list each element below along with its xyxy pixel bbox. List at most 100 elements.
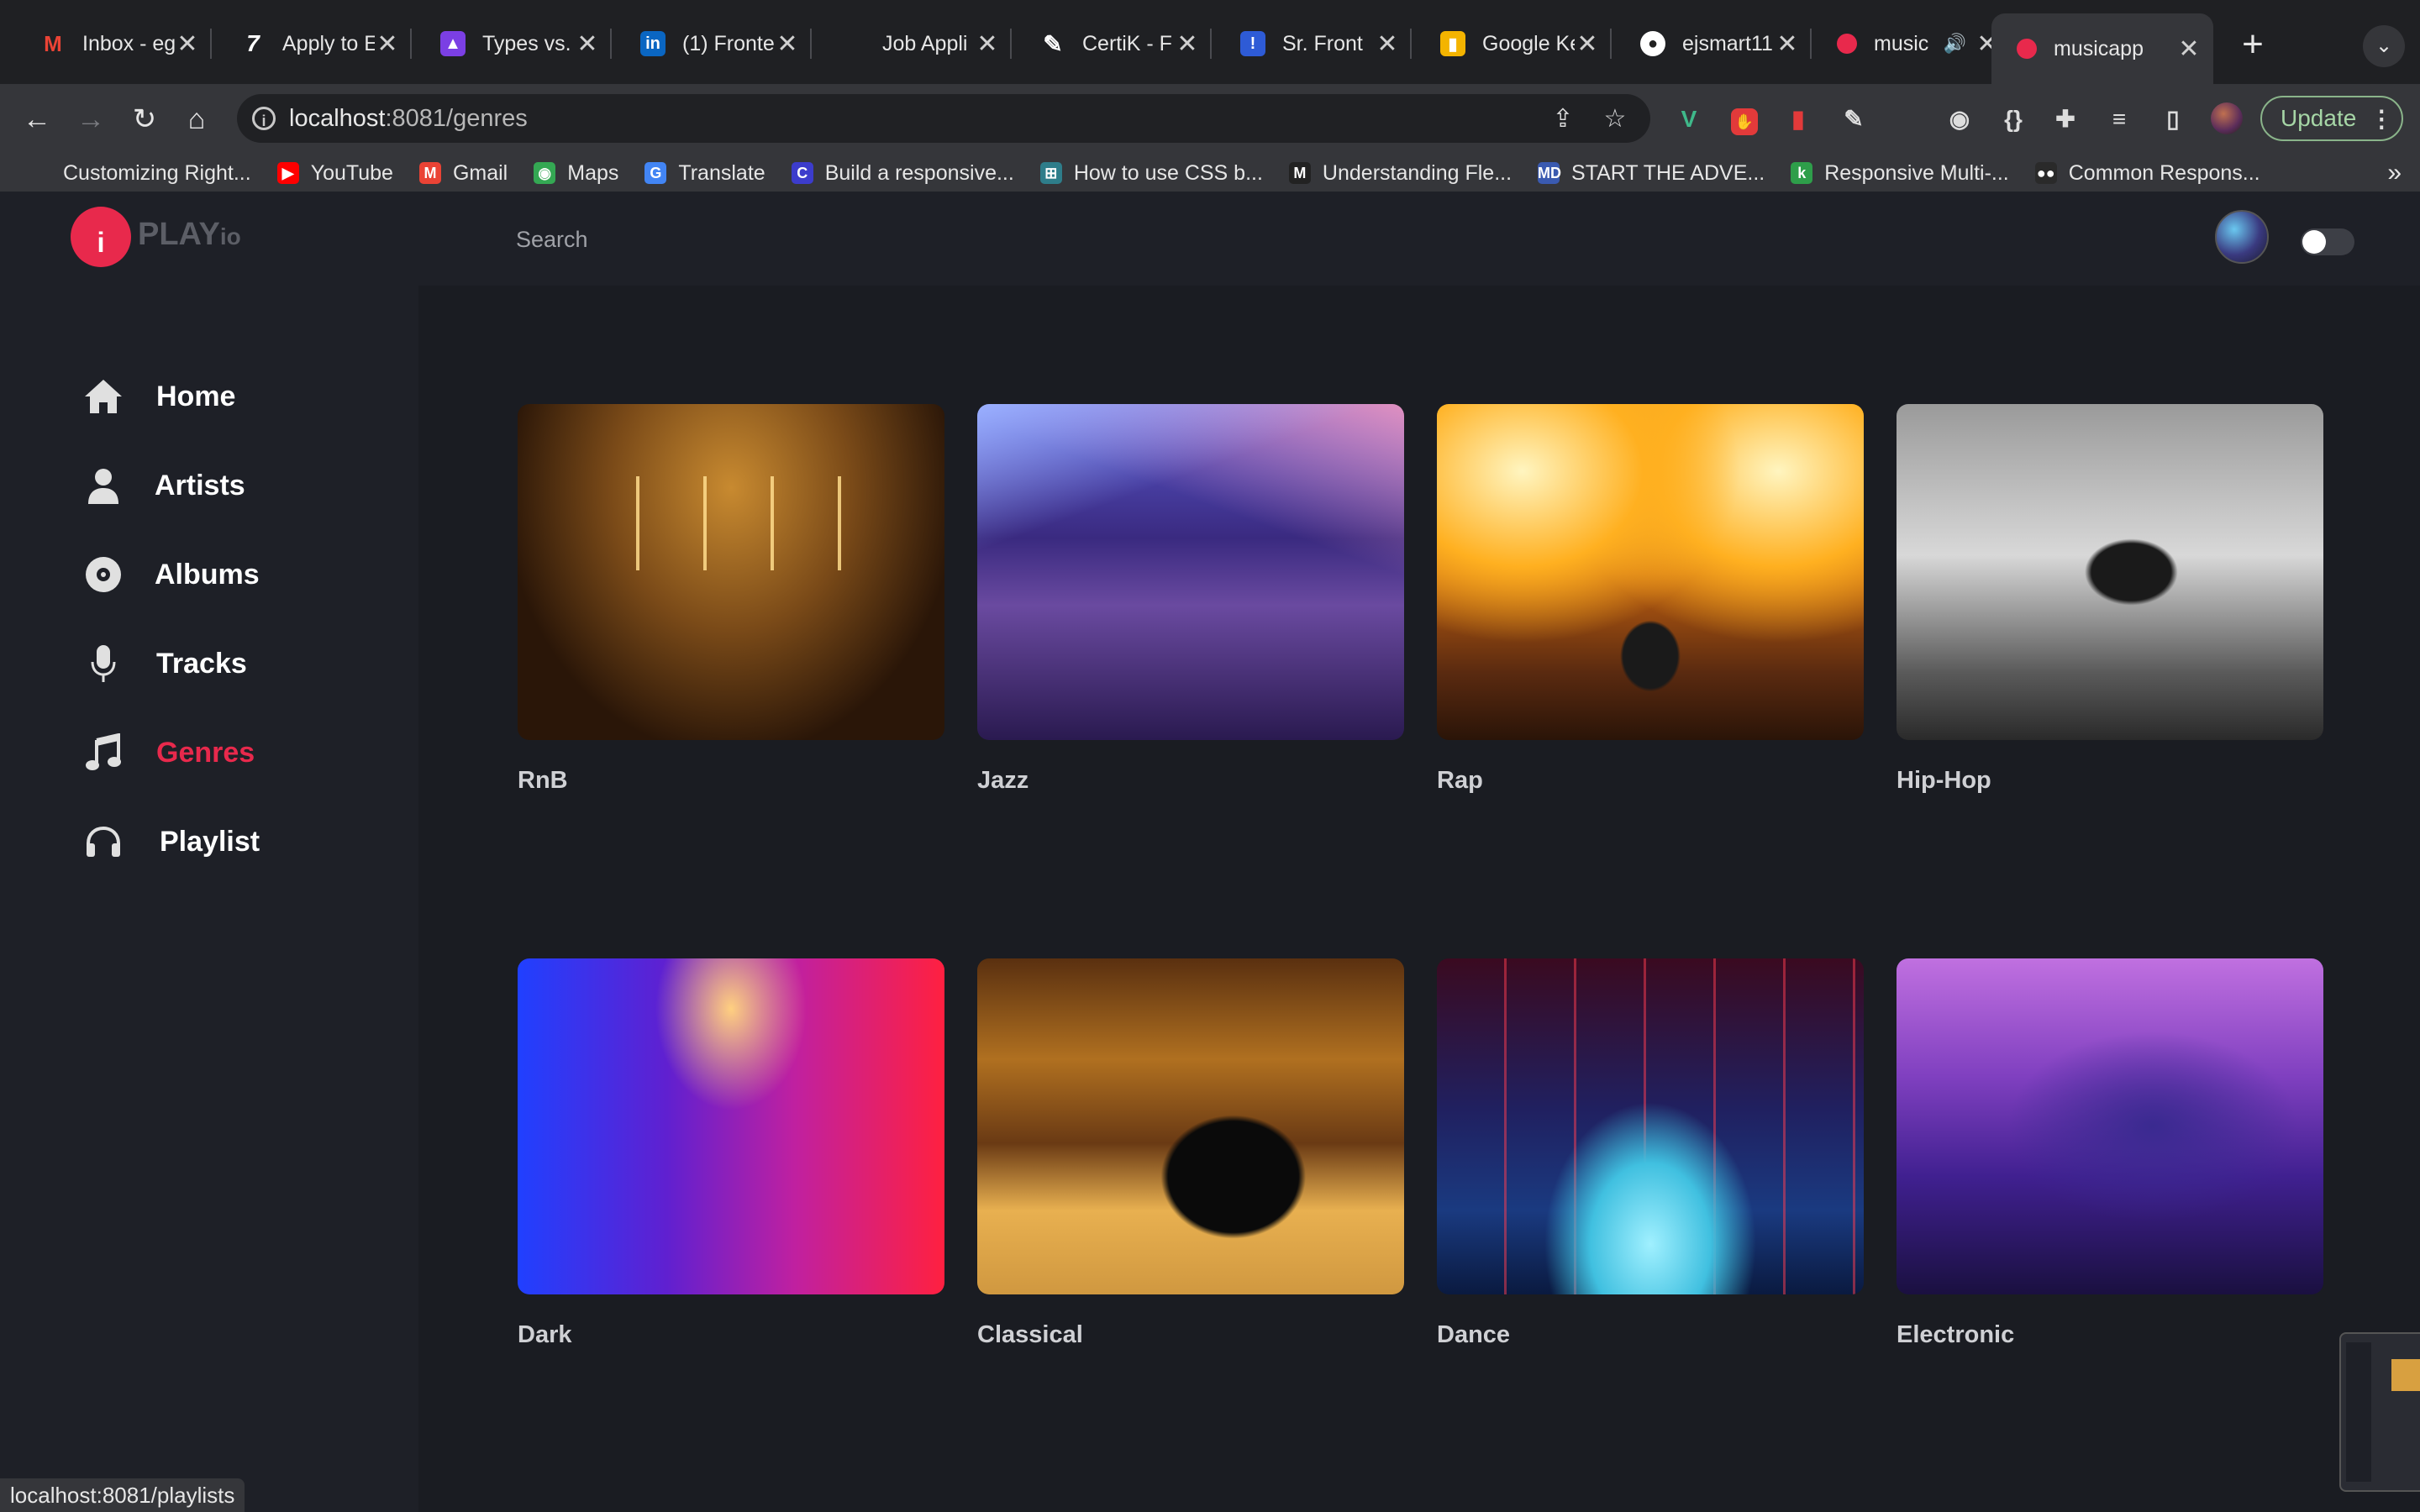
bookmark-item[interactable]: k Responsive Multi-... (1791, 161, 2009, 186)
reload-icon[interactable]: ↻ (126, 101, 163, 138)
genre-card-jazz[interactable]: Jazz (977, 404, 1404, 795)
speaker-icon[interactable]: 🔊 (1944, 33, 1966, 55)
bookmark-favicon-icon: ●● (2034, 162, 2057, 184)
sidebar-item-genres[interactable]: Genres (82, 727, 255, 778)
more-bookmarks-icon[interactable]: » (2387, 155, 2402, 192)
playio-logo-icon[interactable]: ᵢ (71, 207, 131, 267)
genre-card-rap[interactable]: Rap (1437, 404, 1864, 795)
browser-tab[interactable]: music 🔊 ✕ (1812, 15, 2012, 72)
dance-club-image[interactable] (1437, 958, 1864, 1294)
tunnel-bar-image[interactable] (1897, 958, 2323, 1294)
close-tab-icon[interactable]: ✕ (1775, 29, 1800, 59)
sidebar-item-playlist[interactable]: Playlist (82, 816, 260, 867)
adblock-icon[interactable]: ✋ (1728, 102, 1761, 136)
sidebar-item-home[interactable]: Home (82, 371, 235, 422)
bookmark-item[interactable]: C Build a responsive... (791, 160, 1014, 186)
genres-grid: RnB Jazz Rap Hip-Hop Dark Classical Danc… (418, 286, 2420, 1512)
bookmark-item[interactable]: MD START THE ADVE... (1538, 161, 1765, 186)
close-tab-icon[interactable]: ✕ (975, 29, 1000, 59)
tab-search-button[interactable]: ⌄ (2363, 25, 2405, 67)
genre-card-dance[interactable]: Dance (1437, 958, 1864, 1349)
browser-tab[interactable]: 7 Apply to E ✕ (212, 15, 412, 72)
search-input[interactable] (514, 220, 1022, 259)
neon-club-image[interactable] (518, 958, 944, 1294)
genre-card-electronic[interactable]: Electronic (1897, 958, 2323, 1349)
disc-icon (82, 554, 124, 596)
sidebar-item-tracks[interactable]: Tracks (82, 638, 247, 689)
bookmark-item[interactable]: ▶ YouTube (276, 161, 393, 186)
address-bar[interactable]: i localhost:8081/genres ⇪ ☆ (237, 94, 1650, 143)
browser-tab[interactable]: ✎ CertiK - F ✕ (1012, 15, 1212, 72)
genre-card-rnb[interactable]: RnB (518, 404, 944, 795)
bookmark-item[interactable]: ●● Common Respons... (2034, 161, 2260, 186)
bookmark-favicon-icon: k (1791, 162, 1813, 184)
browser-tab[interactable]: Job Appli ✕ (812, 15, 1012, 72)
site-info-icon[interactable]: i (252, 107, 276, 130)
music-note-icon (82, 732, 124, 774)
browser-tab[interactable]: ● ejsmart11 ✕ (1612, 15, 1812, 72)
link-status-bar: localhost:8081/playlists (0, 1478, 245, 1512)
bookmark-item[interactable]: ⊞ How to use CSS b... (1039, 161, 1263, 186)
share-icon[interactable]: ⇪ (1546, 104, 1580, 134)
browser-tab[interactable]: ! Sr. Front ✕ (1212, 15, 1412, 72)
close-tab-icon[interactable]: ✕ (175, 29, 200, 59)
sidebar-item-artists[interactable]: Artists (82, 460, 245, 511)
new-tab-button[interactable]: + (2232, 24, 2274, 66)
sidebar: Home Artists Albums Tracks Genres Playli… (0, 286, 418, 1512)
code-extension-icon[interactable]: {} (1996, 102, 2030, 136)
sidebar-item-albums[interactable]: Albums (82, 549, 260, 600)
user-icon (82, 465, 124, 507)
browser-tab[interactable]: ▲ Types vs. ✕ (412, 15, 612, 72)
forward-arrow-icon[interactable]: → (72, 101, 109, 138)
concert-crowd-image[interactable] (518, 404, 944, 740)
side-panel-icon[interactable]: ▯ (2156, 102, 2190, 136)
bookmark-favicon-icon: ▶ (276, 162, 299, 184)
genre-label: Rap (1437, 767, 1483, 794)
app-logo-text[interactable]: PLAYio (138, 217, 241, 253)
genre-card-classical[interactable]: Classical (977, 958, 1404, 1349)
close-tab-icon[interactable]: ✕ (1575, 29, 1600, 59)
more-menu-icon[interactable]: ⋮ (2370, 105, 2393, 133)
cocktail-bar-image[interactable] (977, 404, 1404, 740)
bw-concert-image[interactable] (1897, 404, 2323, 740)
close-tab-icon[interactable]: ✕ (375, 29, 400, 59)
bookmark-item[interactable]: G Translate (644, 161, 765, 186)
bookmark-item[interactable]: M Gmail (418, 161, 508, 186)
bookmark-item[interactable]: Customizing Right... (63, 161, 251, 186)
genre-card-dark[interactable]: Dark (518, 958, 944, 1349)
rapper-flames-image[interactable] (1437, 404, 1864, 740)
close-tab-icon[interactable]: ✕ (2176, 34, 2202, 64)
bookmark-label: Build a responsive... (824, 160, 1014, 185)
window-preview-thumbnail[interactable] (2339, 1332, 2420, 1492)
vue-devtools-icon[interactable]: V (1672, 102, 1706, 136)
puzzle-icon[interactable]: ✚ (2049, 102, 2082, 136)
pen-extension-icon[interactable]: ✎ (1837, 102, 1870, 136)
toggle-knob (2302, 230, 2326, 254)
theme-toggle[interactable] (2301, 228, 2354, 255)
bookmark-star-icon[interactable]: ☆ (1598, 104, 1632, 134)
browser-tab[interactable]: M Inbox - eg ✕ (12, 15, 212, 72)
pdf-icon[interactable]: ▮ (1781, 102, 1815, 136)
close-tab-icon[interactable]: ✕ (1175, 29, 1200, 59)
close-tab-icon[interactable]: ✕ (575, 29, 600, 59)
genre-label: RnB (518, 767, 568, 794)
bookmarks-bar: Customizing Right... ▶ YouTube M Gmail ◉ Maps G… (0, 155, 2420, 192)
reading-list-icon[interactable]: ≡ (2102, 102, 2136, 136)
update-button[interactable]: Update ⋮ (2260, 96, 2403, 141)
browser-tab-active[interactable]: musicapp ✕ (1991, 13, 2213, 84)
profile-avatar-icon[interactable] (2210, 102, 2244, 136)
genre-card-hip-hop[interactable]: Hip-Hop (1897, 404, 2323, 795)
user-avatar[interactable] (2215, 210, 2269, 264)
home-page-icon[interactable]: ⌂ (178, 101, 215, 138)
close-tab-icon[interactable]: ✕ (1375, 29, 1400, 59)
bookmark-item[interactable]: M Understanding Fle... (1288, 161, 1512, 186)
back-arrow-icon[interactable]: ← (18, 101, 55, 138)
browser-tab[interactable]: in (1) Fronte ✕ (612, 15, 812, 72)
bookmark-item[interactable]: ◉ Maps (534, 161, 618, 186)
close-tab-icon[interactable]: ✕ (775, 29, 800, 59)
concert-hall-piano-image[interactable] (977, 958, 1404, 1294)
browser-tab[interactable]: ▮ Google Ke ✕ (1412, 15, 1612, 72)
bookmark-label: START THE ADVE... (1571, 160, 1765, 185)
url-text[interactable]: localhost:8081/genres (289, 105, 1546, 133)
extension-circle-icon[interactable]: ◉ (1943, 102, 1976, 136)
